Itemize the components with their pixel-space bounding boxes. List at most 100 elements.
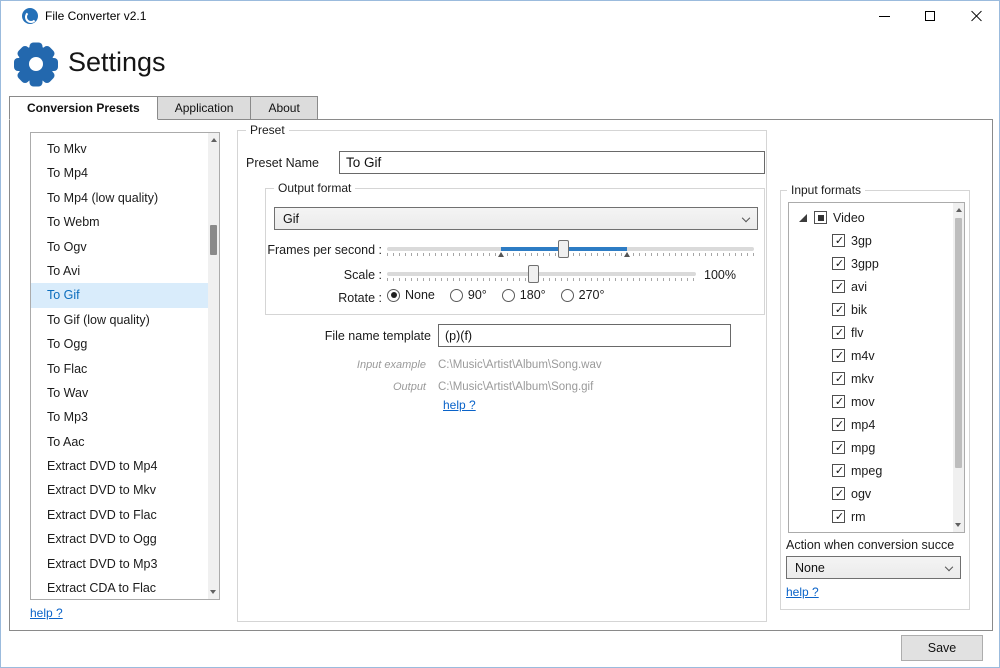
title-bar[interactable]: File Converter v2.1 <box>1 1 999 31</box>
format-label: mpeg <box>851 464 882 478</box>
preset-list-item[interactable]: Extract DVD to Ogg <box>31 527 208 551</box>
format-item[interactable]: ogv <box>789 482 964 505</box>
video-checkbox[interactable] <box>814 211 827 224</box>
preset-list-item[interactable]: To Mp4 (low quality) <box>31 186 208 210</box>
scale-slider-thumb[interactable] <box>528 265 539 283</box>
radio-icon[interactable] <box>450 289 463 302</box>
expander-icon[interactable] <box>799 214 807 222</box>
selection-start-mark <box>498 252 504 257</box>
format-label: rm <box>851 510 866 524</box>
format-item[interactable]: avi <box>789 275 964 298</box>
tab-conversion-presets[interactable]: Conversion Presets <box>9 96 158 120</box>
format-checkbox[interactable] <box>832 441 845 454</box>
format-item[interactable]: mpg <box>789 436 964 459</box>
scroll-up-icon[interactable] <box>211 138 217 142</box>
file-name-template-input[interactable] <box>438 324 731 347</box>
scale-slider[interactable] <box>387 264 696 284</box>
tree-scrollbar[interactable] <box>953 203 964 532</box>
chevron-down-icon <box>742 213 750 221</box>
format-checkbox[interactable] <box>832 303 845 316</box>
format-item[interactable]: mp4 <box>789 413 964 436</box>
output-format-dropdown[interactable]: Gif <box>274 207 758 230</box>
format-list: 3gp 3gpp avi <box>789 229 964 528</box>
maximize-button[interactable] <box>907 1 953 31</box>
preset-list-item[interactable]: To Mp4 <box>31 161 208 185</box>
preset-list-item[interactable]: To Flac <box>31 357 208 381</box>
conversion-action-dropdown[interactable]: None <box>786 556 961 579</box>
format-checkbox[interactable] <box>832 257 845 270</box>
close-icon <box>970 10 982 22</box>
format-item[interactable]: flv <box>789 321 964 344</box>
scroll-up-icon[interactable] <box>956 208 962 212</box>
scrollbar-thumb[interactable] <box>955 218 962 468</box>
scroll-down-icon[interactable] <box>955 523 961 527</box>
fps-slider[interactable] <box>387 239 754 259</box>
format-item[interactable]: mov <box>789 390 964 413</box>
format-checkbox[interactable] <box>832 234 845 247</box>
preset-list-item[interactable]: Extract CDA to Flac <box>31 576 208 600</box>
format-checkbox[interactable] <box>832 395 845 408</box>
minimize-button[interactable] <box>861 1 907 31</box>
preset-list-item[interactable]: To Gif (low quality) <box>31 308 208 332</box>
format-item[interactable]: m4v <box>789 344 964 367</box>
format-item[interactable]: mkv <box>789 367 964 390</box>
format-item[interactable]: 3gp <box>789 229 964 252</box>
window-title: File Converter v2.1 <box>45 1 146 31</box>
tab-application[interactable]: Application <box>158 96 252 120</box>
format-checkbox[interactable] <box>832 418 845 431</box>
tree-item-label: Video <box>833 211 865 225</box>
format-item[interactable]: rm <box>789 505 964 528</box>
radio-icon[interactable] <box>561 289 574 302</box>
presets-help-link[interactable]: help ? <box>30 606 63 620</box>
preset-list-item[interactable]: To Webm <box>31 210 208 234</box>
scale-label: Scale : <box>266 268 382 282</box>
preset-list-item[interactable]: Extract DVD to Mp3 <box>31 552 208 576</box>
fps-slider-thumb[interactable] <box>558 240 569 258</box>
preset-list-item[interactable]: Extract DVD to Flac <box>31 503 208 527</box>
format-checkbox[interactable] <box>832 464 845 477</box>
preset-list-item[interactable]: To Mp3 <box>31 405 208 429</box>
rotate-option-none[interactable]: None <box>387 288 435 302</box>
preset-name-input[interactable] <box>339 151 765 174</box>
preset-list-item[interactable]: To Aac <box>31 430 208 454</box>
tab-content: To Mkv To Mp4 To Mp4 (low quality) To We… <box>9 119 993 631</box>
rotate-option-180[interactable]: 180° <box>502 288 546 302</box>
format-checkbox[interactable] <box>832 372 845 385</box>
template-help-link[interactable]: help ? <box>443 398 476 412</box>
radio-icon[interactable] <box>502 289 515 302</box>
preset-list-scrollbar[interactable] <box>208 133 219 599</box>
scale-slider-ticks <box>387 278 696 281</box>
preset-list-item[interactable]: To Mkv <box>31 137 208 161</box>
format-checkbox[interactable] <box>832 487 845 500</box>
scroll-down-icon[interactable] <box>210 590 216 594</box>
format-checkbox[interactable] <box>832 510 845 523</box>
preset-list-item[interactable]: Extract DVD to Mp4 <box>31 454 208 478</box>
formats-help-link[interactable]: help ? <box>786 585 819 599</box>
preset-list-item[interactable]: To Gif <box>31 283 208 307</box>
scrollbar-thumb[interactable] <box>210 225 217 255</box>
tab-about[interactable]: About <box>251 96 317 120</box>
format-label: bik <box>851 303 867 317</box>
rotate-label: Rotate : <box>266 291 382 305</box>
preset-list-item[interactable]: To Ogv <box>31 235 208 259</box>
rotate-option-90[interactable]: 90° <box>450 288 487 302</box>
save-button[interactable]: Save <box>901 635 983 661</box>
preset-list-item[interactable]: To Avi <box>31 259 208 283</box>
format-item[interactable]: bik <box>789 298 964 321</box>
preset-list-item[interactable]: To Wav <box>31 381 208 405</box>
scale-slider-track[interactable] <box>387 272 696 276</box>
radio-icon[interactable] <box>387 289 400 302</box>
tree-item-video[interactable]: Video <box>789 206 964 229</box>
preset-list-item[interactable]: To Ogg <box>31 332 208 356</box>
rotate-option-270[interactable]: 270° <box>561 288 605 302</box>
format-checkbox[interactable] <box>832 349 845 362</box>
input-formats-groupbox: Input formats Video 3gp <box>780 190 970 610</box>
input-example-label: Input example <box>238 359 426 371</box>
format-item[interactable]: mpeg <box>789 459 964 482</box>
format-item[interactable]: 3gpp <box>789 252 964 275</box>
format-checkbox[interactable] <box>832 280 845 293</box>
preset-group-label: Preset <box>246 123 289 137</box>
preset-list-item[interactable]: Extract DVD to Mkv <box>31 478 208 502</box>
close-button[interactable] <box>953 1 999 31</box>
format-checkbox[interactable] <box>832 326 845 339</box>
